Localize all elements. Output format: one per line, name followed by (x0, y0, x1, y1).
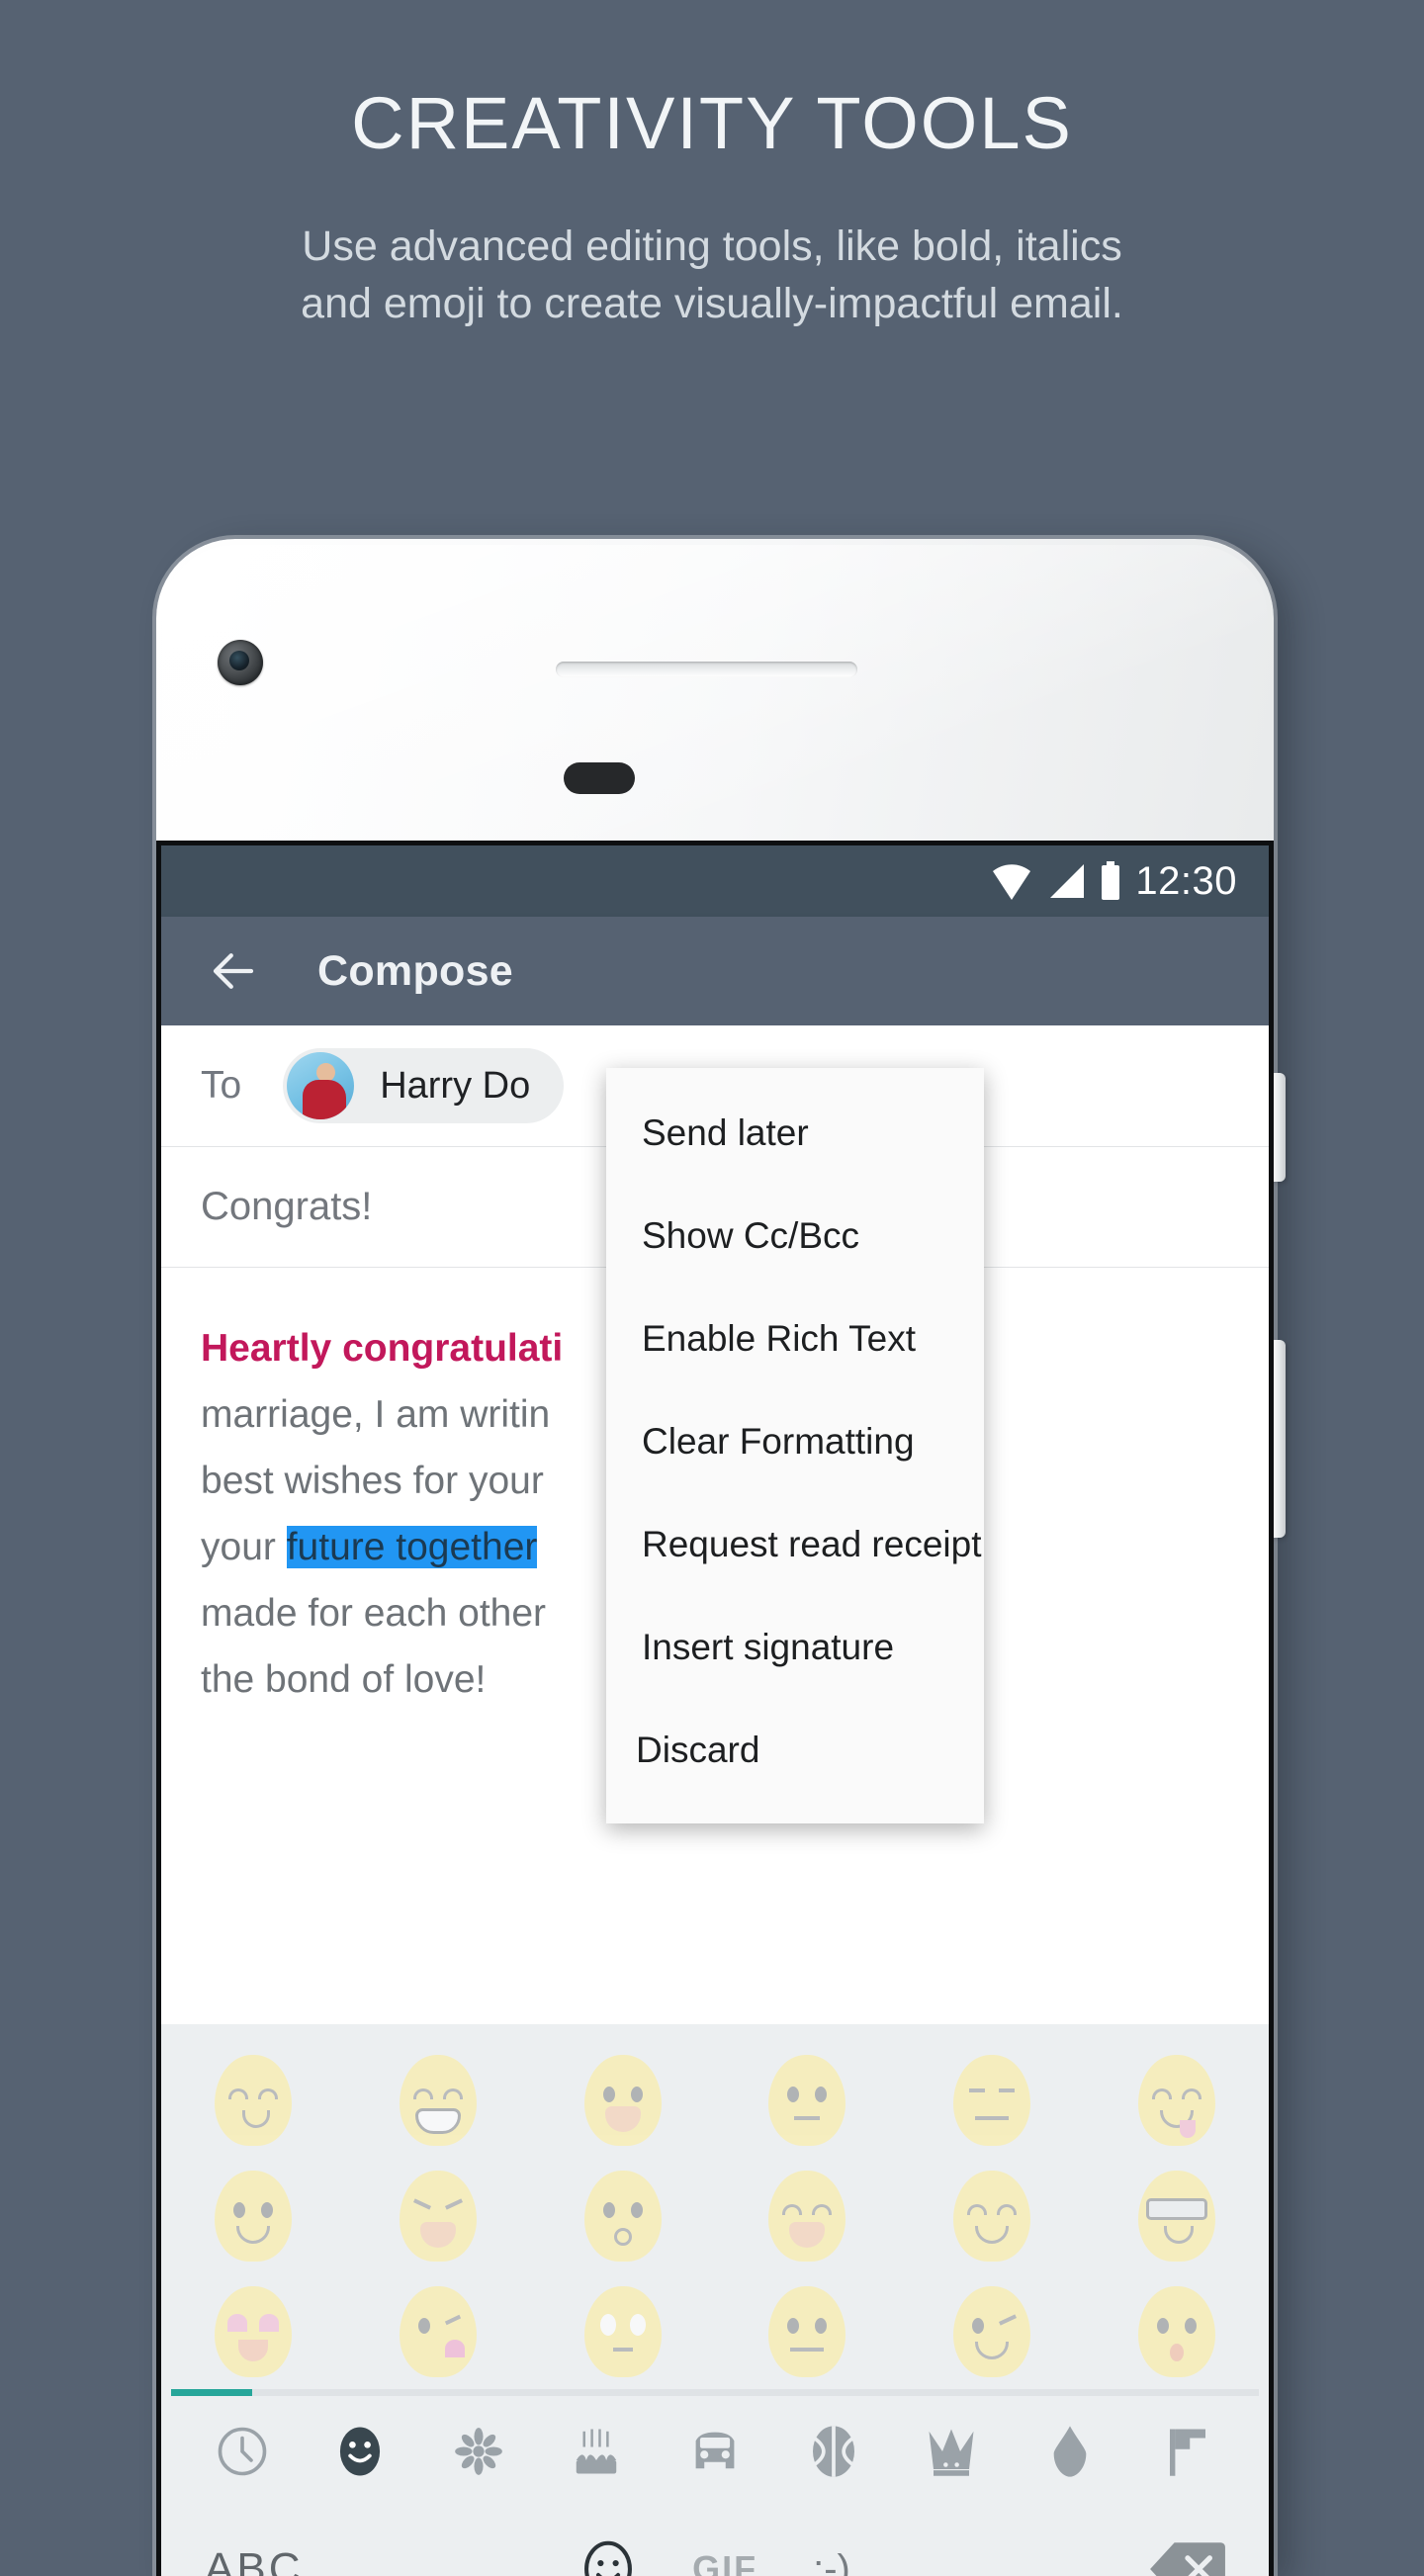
menu-item-insert-signature[interactable]: Insert signature (606, 1596, 984, 1699)
kissing-heart-face-emoji[interactable] (346, 2286, 531, 2377)
emoji-scroll-thumb[interactable] (171, 2389, 252, 2396)
menu-item-discard[interactable]: Discard (606, 1699, 984, 1802)
front-camera-icon (218, 640, 263, 685)
open-mouth-face-emoji[interactable] (530, 2055, 715, 2146)
smileys-icon[interactable] (302, 2423, 420, 2480)
travel-car-icon[interactable] (656, 2427, 774, 2476)
laughing-face-emoji[interactable] (715, 2171, 900, 2262)
emoji-smiley-icon[interactable] (579, 2538, 637, 2576)
status-bar: 12:30 (161, 845, 1269, 917)
earpiece-speaker-icon (556, 662, 857, 677)
back-arrow-icon[interactable] (207, 944, 260, 998)
neutral-face-emoji[interactable] (715, 2286, 900, 2377)
heart-eyes-face-emoji[interactable] (161, 2286, 346, 2377)
body-text-before-selection: your (201, 1526, 287, 1568)
to-label: To (201, 1064, 241, 1108)
app-bar-title: Compose (317, 947, 513, 996)
sensor-pill-icon (564, 762, 635, 794)
menu-item-enable-rich-text[interactable]: Enable Rich Text (606, 1288, 984, 1390)
emoji-category-bar (161, 2396, 1269, 2507)
emoji-scroll-track[interactable] (171, 2389, 1259, 2396)
emoji-row (161, 2042, 1269, 2158)
activity-basketball-icon[interactable] (774, 2424, 893, 2479)
status-time: 12:30 (1135, 859, 1237, 904)
smiling-eyes-face-emoji[interactable] (900, 2171, 1085, 2262)
expressionless-face-emoji[interactable] (900, 2055, 1085, 2146)
emoji-keyboard: ABC GIF :-) (161, 2024, 1269, 2576)
symbols-diamond-icon[interactable] (1011, 2424, 1129, 2479)
selected-text[interactable]: future together (287, 1526, 538, 1568)
flags-icon[interactable] (1129, 2425, 1248, 2478)
keyboard-bottom-bar: ABC GIF :-) (161, 2507, 1269, 2576)
objects-crown-icon[interactable] (892, 2425, 1011, 2478)
wifi-icon (991, 862, 1032, 900)
cellular-signal-icon (1046, 862, 1086, 900)
app-bar: Compose (161, 917, 1269, 1025)
phone-screen: 12:30 Compose To Harry Do Congrats! (156, 841, 1274, 2576)
recipient-chip[interactable]: Harry Do (283, 1048, 564, 1123)
volume-rocker-button[interactable] (1272, 1073, 1286, 1182)
gif-key[interactable]: GIF (692, 2548, 757, 2576)
page-title: CREATIVITY TOOLS (0, 87, 1424, 160)
rolling-eyes-face-emoji[interactable] (530, 2286, 715, 2377)
winking-face-emoji[interactable] (900, 2286, 1085, 2377)
squinting-laughing-face-emoji[interactable] (346, 2171, 531, 2262)
battery-icon (1100, 861, 1121, 901)
overflow-menu[interactable]: Send later Show Cc/Bcc Enable Rich Text … (606, 1068, 984, 1823)
promo-subtitle-line-2: and emoji to create visually-impactful e… (0, 275, 1424, 332)
subject-input[interactable]: Congrats! (201, 1185, 372, 1229)
backspace-icon[interactable] (1150, 2540, 1225, 2576)
recent-clock-icon[interactable] (183, 2425, 302, 2478)
surprised-face-emoji[interactable] (1084, 2286, 1269, 2377)
food-cake-icon[interactable] (538, 2425, 657, 2478)
thinking-face-emoji[interactable] (715, 2055, 900, 2146)
contact-avatar (287, 1052, 354, 1119)
tongue-out-face-emoji[interactable] (1084, 2055, 1269, 2146)
abc-key[interactable]: ABC (205, 2544, 303, 2576)
recipient-name: Harry Do (380, 1065, 530, 1108)
nature-flower-icon[interactable] (419, 2426, 538, 2477)
power-button[interactable] (1272, 1340, 1286, 1538)
bottom-center-keys: GIF :-) (161, 2538, 1269, 2576)
menu-item-show-cc-bcc[interactable]: Show Cc/Bcc (606, 1185, 984, 1288)
kaomoji-key[interactable]: :-) (813, 2547, 850, 2576)
slightly-smiling-face-emoji[interactable] (161, 2171, 346, 2262)
promo-subtitle: Use advanced editing tools, like bold, i… (0, 218, 1424, 332)
kissing-face-emoji[interactable] (530, 2171, 715, 2262)
menu-item-send-later[interactable]: Send later (606, 1082, 984, 1185)
promo-header: CREATIVITY TOOLS Use advanced editing to… (0, 0, 1424, 332)
phone-device: 12:30 Compose To Harry Do Congrats! (156, 539, 1274, 2576)
body-lead-text: Heartly congratulati (201, 1327, 563, 1370)
smirking-face-emoji[interactable] (161, 2055, 346, 2146)
grinning-face-emoji[interactable] (346, 2055, 531, 2146)
emoji-row (161, 2158, 1269, 2273)
menu-item-clear-formatting[interactable]: Clear Formatting (606, 1390, 984, 1493)
sunglasses-face-emoji[interactable] (1084, 2171, 1269, 2262)
menu-item-request-read-receipt[interactable]: Request read receipt (606, 1493, 984, 1596)
promo-subtitle-line-1: Use advanced editing tools, like bold, i… (0, 218, 1424, 275)
emoji-row (161, 2273, 1269, 2389)
